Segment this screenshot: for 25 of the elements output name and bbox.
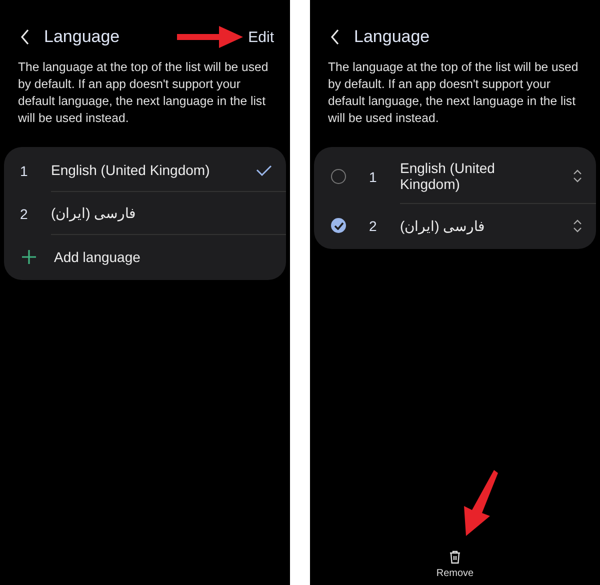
plus-icon[interactable] (22, 250, 36, 264)
language-name[interactable]: English (United Kingdom) (400, 160, 530, 192)
language-number: 1 (369, 168, 378, 184)
arrow-icon (175, 25, 245, 49)
select-radio[interactable] (331, 169, 346, 184)
language-number: 1 (20, 162, 29, 178)
language-name[interactable]: English (United Kingdom) (51, 162, 210, 178)
language-name[interactable]: فارسی (ایران) (51, 205, 136, 221)
page-title: Language (44, 27, 120, 47)
language-number: 2 (369, 218, 378, 234)
trash-icon (449, 550, 461, 564)
language-number: 2 (20, 206, 29, 222)
remove-button[interactable]: Remove (436, 550, 474, 579)
back-icon[interactable] (330, 29, 340, 45)
checkmark-icon (334, 222, 344, 230)
edit-button[interactable]: Edit (248, 28, 274, 46)
language-name[interactable]: فارسی (ایران) (400, 218, 486, 234)
back-icon[interactable] (20, 29, 30, 45)
description-text: The language at the top of the list will be used by default. If an app doesn't support your default language, the next language in the list will be used instead. (18, 59, 270, 127)
reorder-icon[interactable] (573, 218, 582, 232)
select-radio[interactable] (331, 218, 346, 233)
reorder-icon[interactable] (573, 169, 582, 183)
add-language-link[interactable]: Add language (54, 248, 140, 264)
page-title: Language (354, 27, 430, 47)
description-text: The language at the top of the list will be used by default. If an app doesn't support your default language, the next language in the list will be used instead. (328, 59, 580, 127)
